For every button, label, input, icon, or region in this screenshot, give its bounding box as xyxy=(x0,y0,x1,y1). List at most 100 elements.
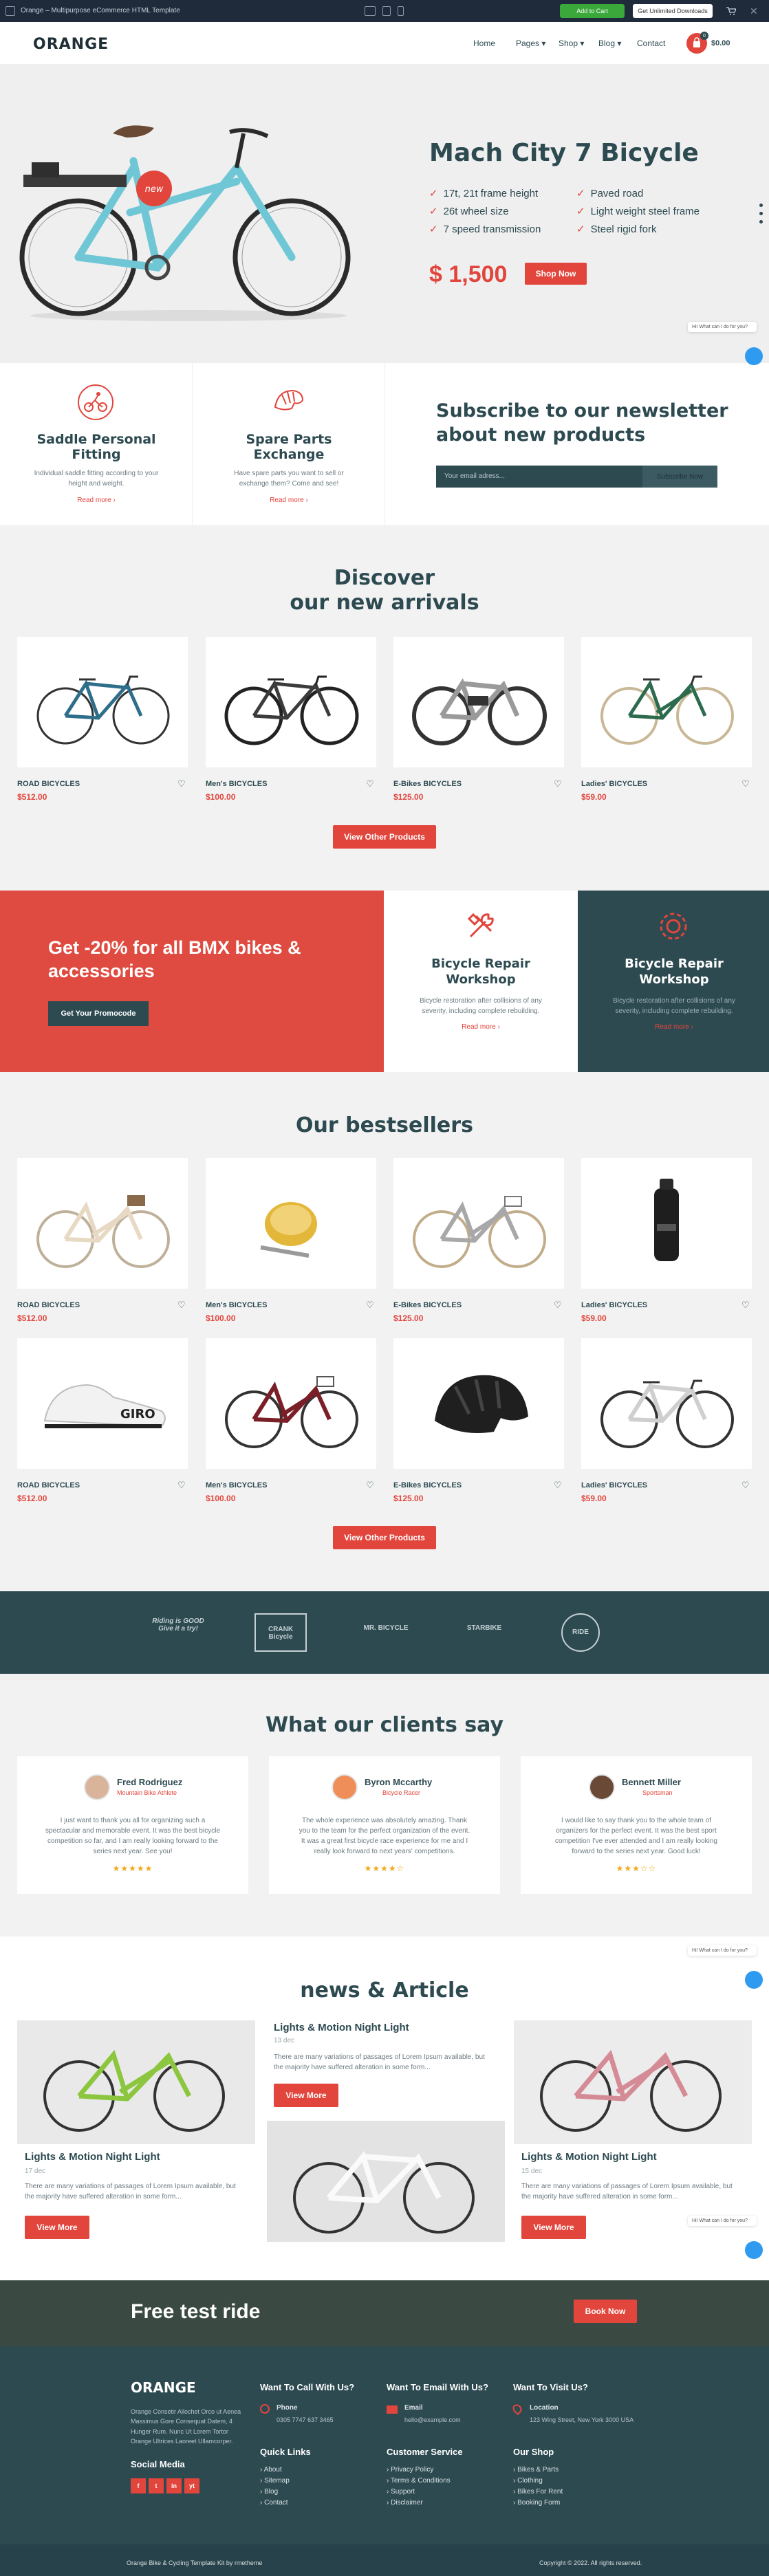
facebook-icon[interactable]: f xyxy=(131,2478,146,2493)
desktop-icon[interactable] xyxy=(365,6,376,16)
get-promocode-button[interactable]: Get Your Promocode xyxy=(48,1001,149,1026)
brand-logo[interactable]: Riding is GOOD Give it a try! xyxy=(147,1617,209,1633)
product-category[interactable]: Ladies' BICYCLES xyxy=(581,1301,647,1309)
add-to-cart-button[interactable]: Add to Cart xyxy=(560,4,625,18)
quick-link[interactable]: › Sitemap xyxy=(260,2477,290,2485)
view-other-products-button[interactable]: View Other Products xyxy=(333,825,436,849)
news-item-title[interactable]: Lights & Motion Night Light xyxy=(274,2022,409,2033)
product-image[interactable] xyxy=(393,637,564,767)
wishlist-heart-icon[interactable]: ♡ xyxy=(177,1480,186,1491)
product-image[interactable] xyxy=(581,1158,752,1289)
unlimited-downloads-button[interactable]: Get Unlimited Downloads xyxy=(633,4,713,18)
chat-icon[interactable] xyxy=(745,2241,763,2259)
brand-logo[interactable]: STARBIKE xyxy=(457,1624,512,1632)
preview-cart-icon[interactable] xyxy=(726,7,736,15)
brand-logo[interactable]: MR. BICYCLE xyxy=(355,1624,417,1632)
shop-link[interactable]: › Booking Form xyxy=(513,2499,560,2507)
wishlist-heart-icon[interactable]: ♡ xyxy=(366,778,374,789)
newsletter-email-input[interactable]: Your email adress... xyxy=(436,466,642,488)
service-link[interactable]: › Disclaimer xyxy=(387,2499,423,2507)
product-category[interactable]: ROAD BICYCLES xyxy=(17,1481,80,1489)
twitter-icon[interactable]: t xyxy=(149,2478,164,2493)
product-image[interactable] xyxy=(17,1158,188,1289)
product-image[interactable]: GIRO xyxy=(17,1338,188,1469)
product-image[interactable] xyxy=(206,637,376,767)
news-item-title[interactable]: Lights & Motion Night Light xyxy=(521,2151,657,2163)
phone-value[interactable]: 0305 7747 637 3465 xyxy=(277,2415,334,2425)
mobile-icon[interactable] xyxy=(398,6,404,16)
shop-now-button[interactable]: Shop Now xyxy=(525,263,587,285)
chat-bubble[interactable]: Hi! What can I do for you? xyxy=(688,322,757,332)
site-logo[interactable]: ORANGE xyxy=(33,36,109,53)
wishlist-heart-icon[interactable]: ♡ xyxy=(741,1480,750,1491)
tablet-icon[interactable] xyxy=(382,6,391,16)
wishlist-heart-icon[interactable]: ♡ xyxy=(554,1480,562,1491)
service-read-more[interactable]: Read more › xyxy=(220,496,358,504)
shop-link[interactable]: › Bikes & Parts xyxy=(513,2466,559,2474)
news-image[interactable] xyxy=(514,2020,752,2144)
product-category[interactable]: Men's BICYCLES xyxy=(206,1301,267,1309)
chat-icon[interactable] xyxy=(745,347,763,365)
news-image[interactable] xyxy=(267,2121,505,2242)
close-preview-icon[interactable]: ✕ xyxy=(750,6,758,17)
email-value[interactable]: hello@example.com xyxy=(404,2415,461,2425)
quick-link[interactable]: › Blog xyxy=(260,2488,278,2496)
news-item-title[interactable]: Lights & Motion Night Light xyxy=(25,2151,160,2163)
view-other-products-button[interactable]: View Other Products xyxy=(333,1526,436,1549)
product-image[interactable] xyxy=(581,637,752,767)
youtube-icon[interactable]: yt xyxy=(184,2478,199,2493)
service-link[interactable]: › Terms & Conditions xyxy=(387,2477,451,2485)
wishlist-heart-icon[interactable]: ♡ xyxy=(366,1480,374,1491)
wishlist-heart-icon[interactable]: ♡ xyxy=(554,778,562,789)
book-now-button[interactable]: Book Now xyxy=(574,2300,637,2323)
nav-contact[interactable]: Contact xyxy=(637,39,665,48)
product-image[interactable] xyxy=(393,1158,564,1289)
service-link[interactable]: › Privacy Policy xyxy=(387,2466,433,2474)
product-image[interactable] xyxy=(206,1338,376,1469)
wishlist-heart-icon[interactable]: ♡ xyxy=(741,1300,750,1311)
product-category[interactable]: E-Bikes BICYCLES xyxy=(393,1301,462,1309)
slider-dots[interactable] xyxy=(759,204,763,228)
quick-link[interactable]: › Contact xyxy=(260,2499,288,2507)
brand-logo[interactable]: RIDE xyxy=(561,1613,600,1652)
wishlist-heart-icon[interactable]: ♡ xyxy=(554,1300,562,1311)
chat-bubble[interactable]: Hi! What can I do for you? xyxy=(688,1945,757,1956)
footer-logo[interactable]: ORANGE xyxy=(131,2379,196,2396)
product-category[interactable]: Men's BICYCLES xyxy=(206,780,267,788)
product-category[interactable]: ROAD BICYCLES xyxy=(17,780,80,788)
shop-link[interactable]: › Clothing xyxy=(513,2477,543,2485)
view-more-button[interactable]: View More xyxy=(25,2216,89,2239)
view-more-button[interactable]: View More xyxy=(521,2216,586,2239)
news-image[interactable] xyxy=(17,2020,255,2144)
product-image[interactable] xyxy=(581,1338,752,1469)
product-category[interactable]: E-Bikes BICYCLES xyxy=(393,780,462,788)
nav-blog[interactable]: Blog ▾ xyxy=(598,39,621,48)
product-category[interactable]: Ladies' BICYCLES xyxy=(581,1481,647,1489)
product-category[interactable]: ROAD BICYCLES xyxy=(17,1301,80,1309)
nav-pages[interactable]: Pages ▾ xyxy=(516,39,545,48)
nav-home[interactable]: Home xyxy=(473,39,495,48)
view-more-button[interactable]: View More xyxy=(274,2084,338,2107)
subscribe-button[interactable]: Subscribe Now xyxy=(642,466,717,488)
product-image[interactable] xyxy=(17,637,188,767)
service-link[interactable]: › Support xyxy=(387,2488,415,2496)
product-image[interactable] xyxy=(393,1338,564,1469)
chat-bubble[interactable]: Hi! What can I do for you? xyxy=(688,2216,757,2226)
quick-link[interactable]: › About xyxy=(260,2466,282,2474)
product-category[interactable]: Men's BICYCLES xyxy=(206,1481,267,1489)
helmet-image xyxy=(435,1375,528,1433)
product-image[interactable] xyxy=(206,1158,376,1289)
wishlist-heart-icon[interactable]: ♡ xyxy=(177,1300,186,1311)
nav-shop[interactable]: Shop ▾ xyxy=(559,39,584,48)
repair-read-more[interactable]: Read more › xyxy=(592,1023,757,1031)
brand-logo[interactable]: CRANK Bicycle xyxy=(254,1613,307,1652)
repair-read-more[interactable]: Read more › xyxy=(398,1023,563,1031)
instagram-icon[interactable]: in xyxy=(166,2478,182,2493)
service-read-more[interactable]: Read more › xyxy=(28,496,165,504)
product-category[interactable]: E-Bikes BICYCLES xyxy=(393,1481,462,1489)
product-category[interactable]: Ladies' BICYCLES xyxy=(581,780,647,788)
shop-link[interactable]: › Bikes For Rent xyxy=(513,2488,563,2496)
wishlist-heart-icon[interactable]: ♡ xyxy=(741,778,750,789)
wishlist-heart-icon[interactable]: ♡ xyxy=(177,778,186,789)
wishlist-heart-icon[interactable]: ♡ xyxy=(366,1300,374,1311)
